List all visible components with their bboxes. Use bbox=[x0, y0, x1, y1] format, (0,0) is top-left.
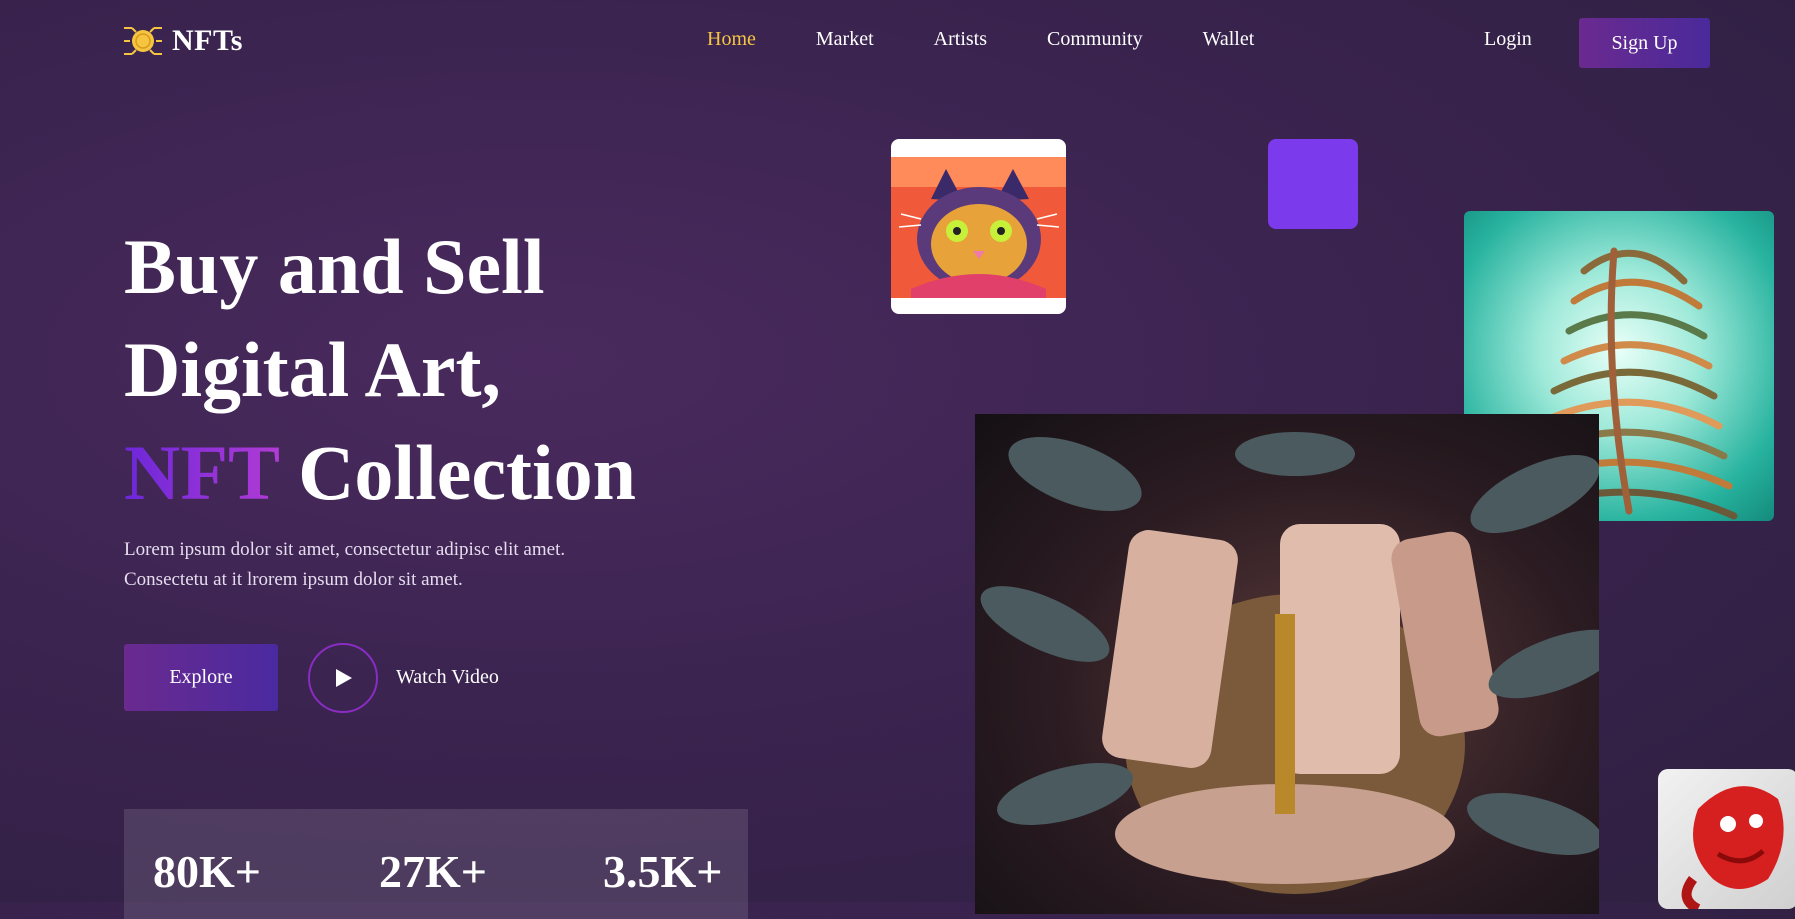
hero-title-accent: NFT bbox=[124, 429, 279, 516]
explore-button[interactable]: Explore bbox=[124, 644, 278, 711]
nav-item-market[interactable]: Market bbox=[816, 28, 874, 51]
hero-title: Buy and Sell Digital Art, NFT Collection bbox=[124, 215, 636, 524]
hero-description-line1: Lorem ipsum dolor sit amet, consectetur … bbox=[124, 539, 566, 560]
stat-value: 3.5K+ bbox=[603, 846, 723, 897]
accent-square bbox=[1268, 139, 1358, 229]
signup-button[interactable]: Sign Up bbox=[1579, 18, 1710, 68]
login-link[interactable]: Login bbox=[1484, 28, 1532, 51]
brand-name: NFTs bbox=[172, 24, 243, 57]
brand-logo[interactable]: NFTs bbox=[124, 22, 243, 60]
coin-chip-icon bbox=[124, 22, 162, 60]
nav-item-home[interactable]: Home bbox=[707, 28, 756, 51]
hero-title-line1: Buy and Sell bbox=[124, 223, 545, 310]
stat-value: 80K+ bbox=[153, 846, 261, 897]
hero-description: Lorem ipsum dolor sit amet, consectetur … bbox=[124, 535, 644, 595]
stat-value: 27K+ bbox=[379, 846, 487, 897]
nav-item-wallet[interactable]: Wallet bbox=[1203, 28, 1255, 51]
hero-title-line3: Collection bbox=[278, 429, 637, 516]
hero-title-line2: Digital Art, bbox=[124, 326, 501, 413]
artwork-masks-hands-image[interactable] bbox=[975, 414, 1599, 914]
nav-item-community[interactable]: Community bbox=[1047, 28, 1143, 51]
stats-panel: 80K+ 27K+ 3.5K+ bbox=[124, 809, 748, 919]
top-nav: NFTs Home Market Artists Community Walle… bbox=[0, 0, 1795, 86]
watch-video-link[interactable]: Watch Video bbox=[396, 666, 499, 689]
nav-item-artists[interactable]: Artists bbox=[934, 28, 987, 51]
main-menu: Home Market Artists Community Wallet bbox=[707, 28, 1314, 51]
hero-description-line2: Consectetu at it lrorem ipsum dolor sit … bbox=[124, 569, 463, 590]
play-icon[interactable] bbox=[308, 643, 378, 713]
artwork-cat-image[interactable] bbox=[891, 139, 1066, 314]
artwork-red-figure-image[interactable] bbox=[1658, 769, 1795, 909]
